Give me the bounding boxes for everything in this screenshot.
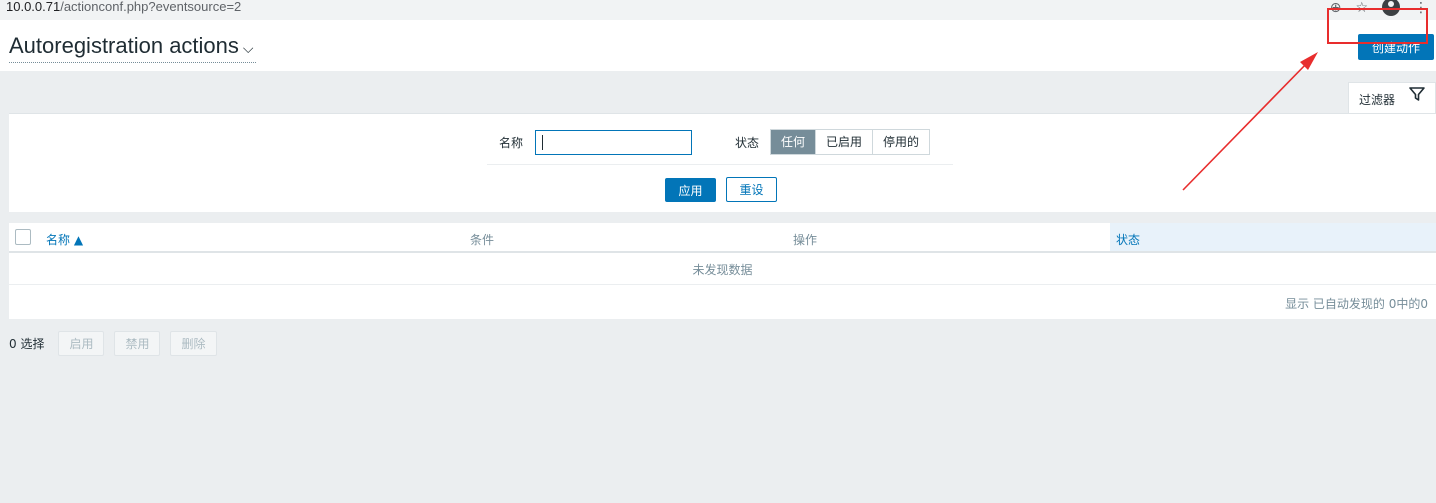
chevron-down-icon: ⌵ [242, 40, 254, 56]
empty-message: 未发现数据 [9, 255, 1436, 285]
filter-tab-label: 过滤器 [1359, 93, 1396, 107]
table-header: 名称 ▲ 条件 操作 状态 [9, 223, 1436, 253]
page-header: Autoregistration actions ⌵ 创建动作 [0, 20, 1436, 71]
status-option-any[interactable]: 任何 [771, 130, 817, 154]
apply-button[interactable]: 应用 [665, 178, 716, 202]
status-option-enabled[interactable]: 已启用 [816, 130, 874, 154]
status-label: 状态 [735, 136, 760, 150]
disable-button[interactable]: 禁用 [114, 331, 161, 356]
actions-table: 名称 ▲ 条件 操作 状态 未发现数据 显示 已自动发现的 0中的0 [9, 223, 1436, 319]
browser-address-bar[interactable]: 10.0.0.71/actionconf.php?eventsource=2 ⊕… [0, 0, 1436, 20]
page-title: Autoregistration actions [9, 33, 239, 58]
status-segmented-control: 任何 已启用 停用的 [770, 129, 931, 155]
filter-tab[interactable]: 过滤器 [1348, 82, 1436, 113]
column-status[interactable]: 状态 [1116, 231, 1140, 248]
status-option-disabled[interactable]: 停用的 [873, 130, 930, 154]
select-all-checkbox[interactable] [15, 229, 31, 245]
name-input[interactable] [535, 130, 692, 155]
enable-button[interactable]: 启用 [58, 331, 105, 356]
delete-button[interactable]: 删除 [170, 331, 217, 356]
bulk-actions: 0 选择 启用 禁用 删除 [9, 331, 227, 356]
page-title-dropdown[interactable]: Autoregistration actions ⌵ [9, 32, 256, 63]
filter-divider [487, 164, 953, 165]
table-footer-count: 显示 已自动发现的 0中的0 [1285, 297, 1428, 311]
column-name[interactable]: 名称 ▲ [46, 231, 83, 248]
text-caret [542, 135, 543, 150]
url-text[interactable]: 10.0.0.71/actionconf.php?eventsource=2 [6, 0, 241, 14]
filter-panel: 名称 状态 任何 已启用 停用的 应用 重设 [9, 113, 1436, 212]
url-path: /actionconf.php?eventsource=2 [60, 0, 242, 14]
name-label: 名称 [499, 136, 524, 150]
status-column-highlight [1110, 223, 1436, 251]
selected-count: 0 选择 [9, 337, 45, 351]
annotation-highlight-box [1327, 8, 1428, 44]
filter-icon [1409, 87, 1425, 101]
column-operations: 操作 [793, 233, 818, 247]
reset-button[interactable]: 重设 [726, 177, 777, 202]
url-host: 10.0.0.71 [6, 0, 61, 14]
column-conditions: 条件 [470, 233, 495, 247]
